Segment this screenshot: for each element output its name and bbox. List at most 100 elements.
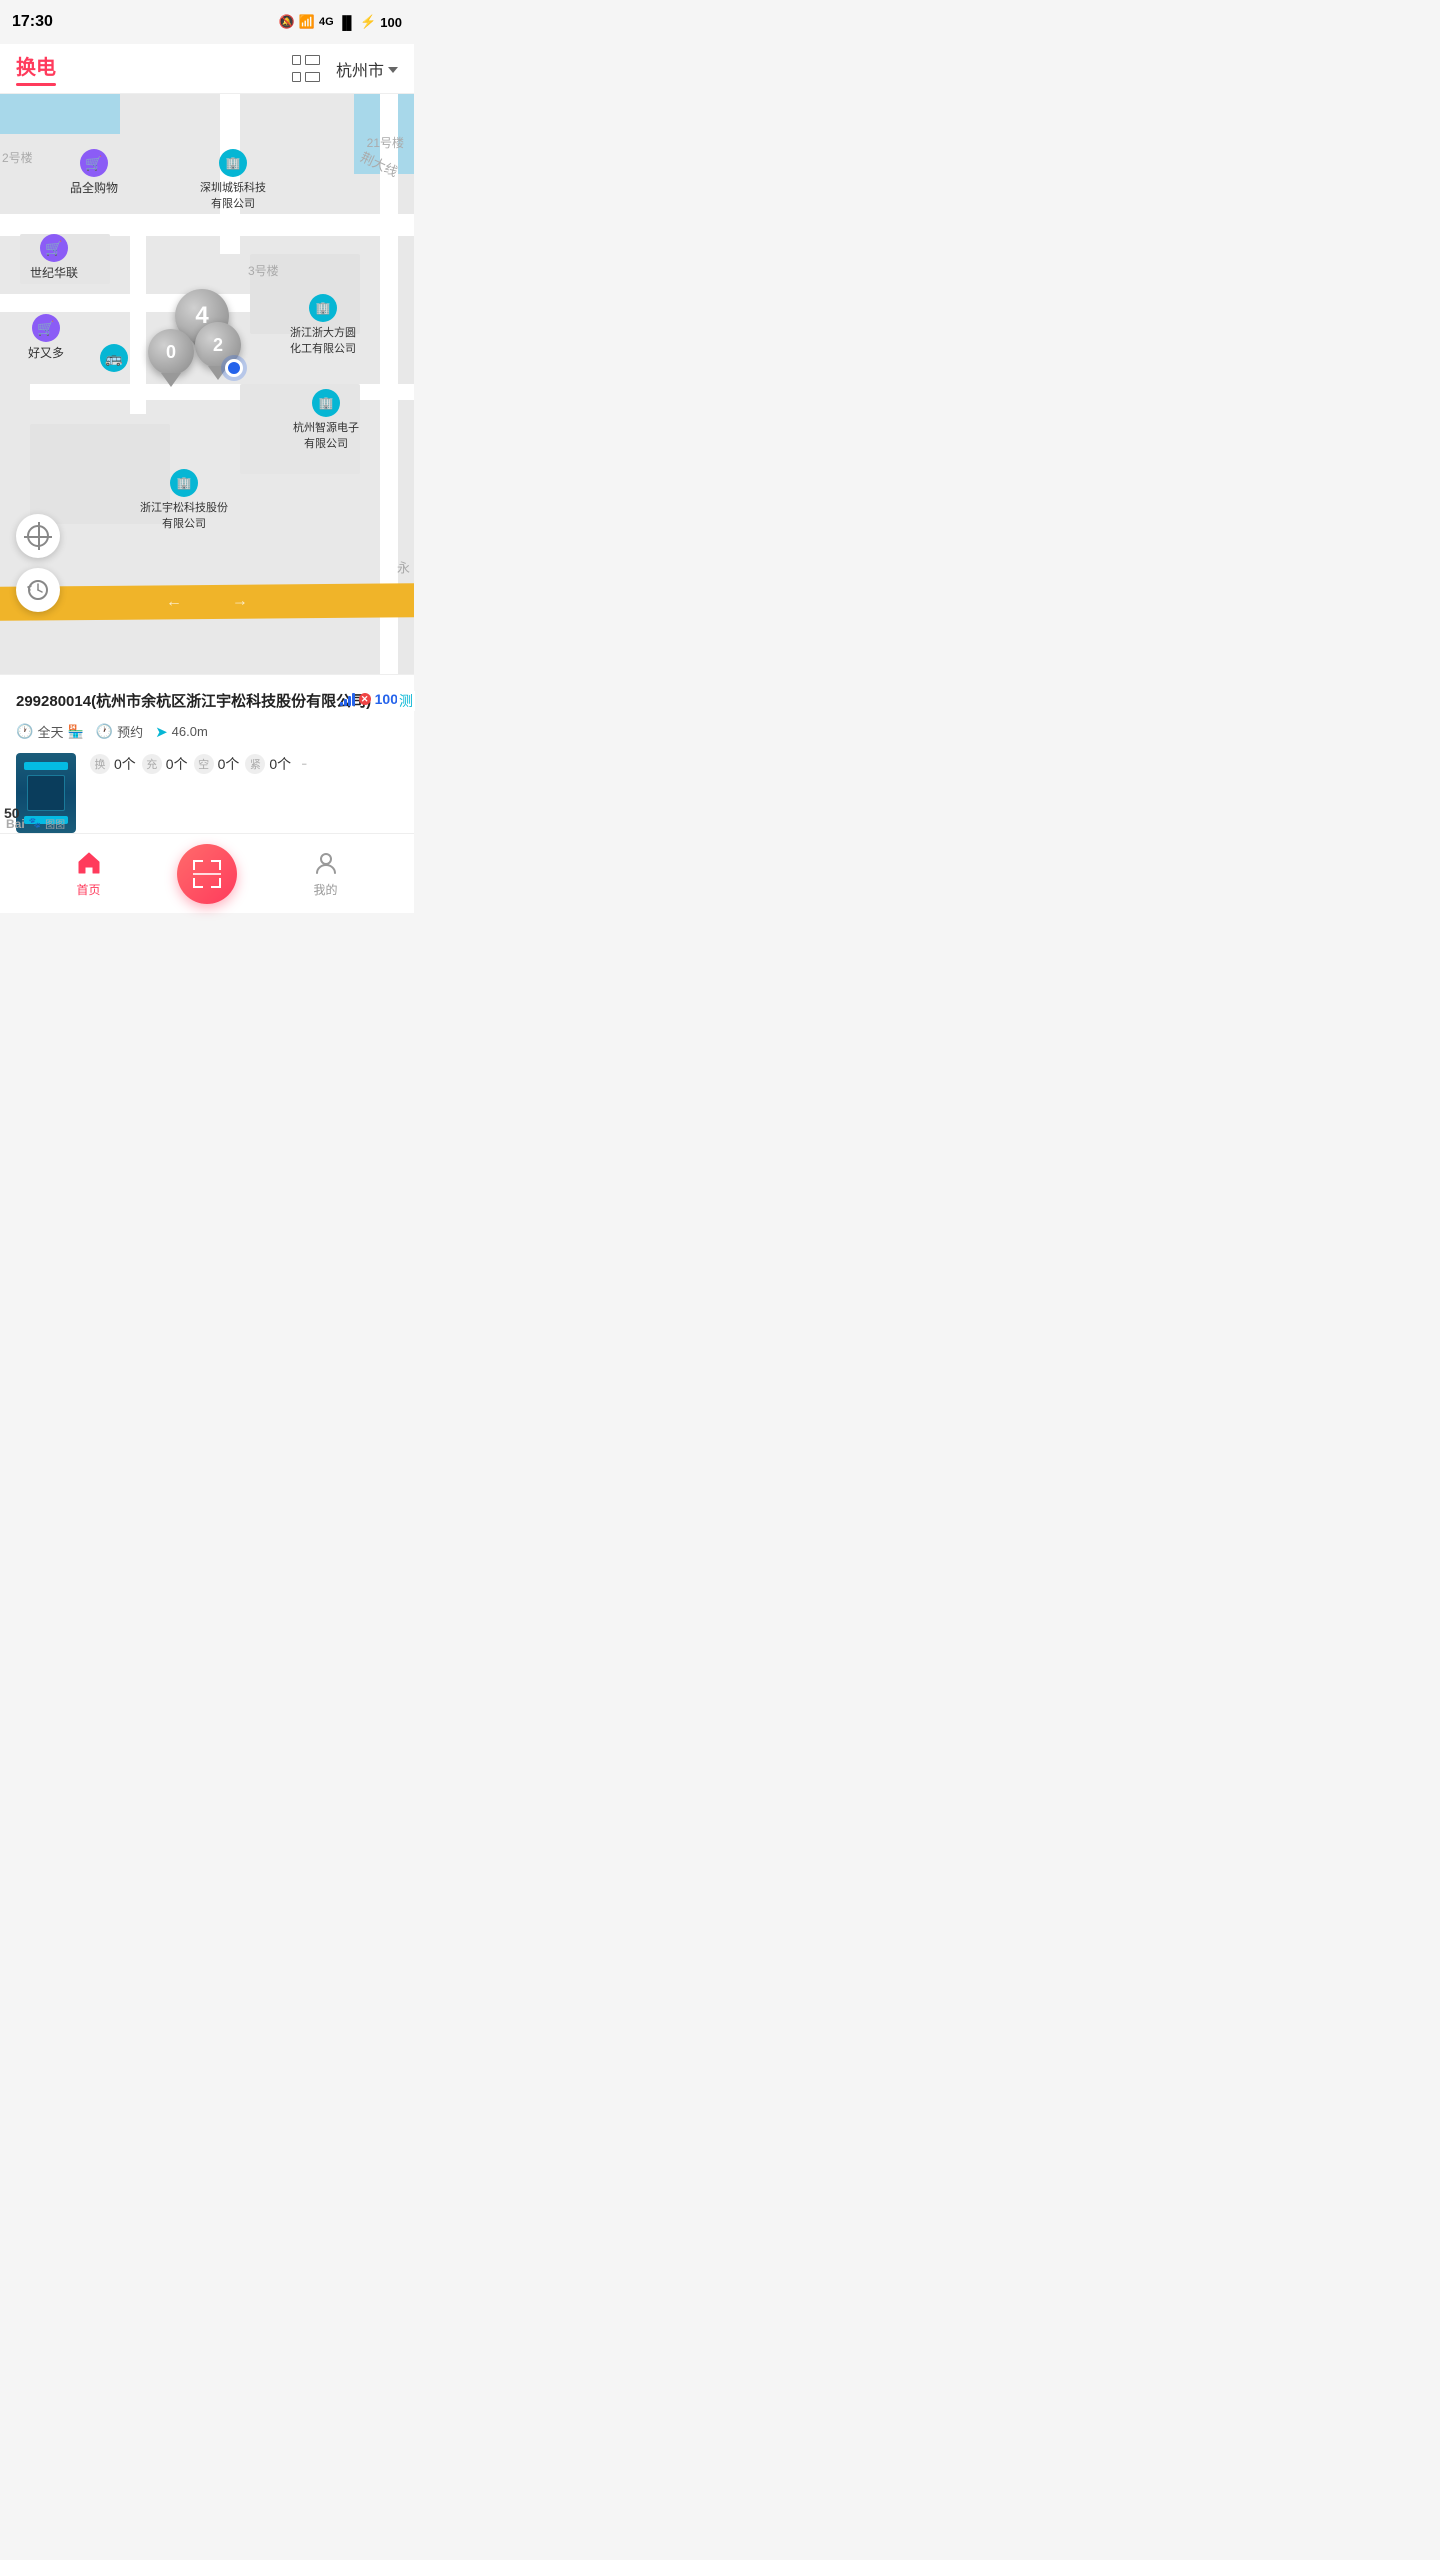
panel-right-text: 测 xyxy=(397,691,415,711)
reserve-text: 预约 xyxy=(117,722,143,741)
battery-item-huan: 换 0个 xyxy=(90,754,136,774)
nav-title-underline xyxy=(16,83,56,86)
road-h1 xyxy=(0,214,414,236)
poi-zhejiang-fangyu: 🏢 浙江浙大方圆化工有限公司 xyxy=(290,294,356,356)
battery-item-jin: 紧 0个 xyxy=(245,754,291,774)
poi-icon-haoyouduo: 🛒 xyxy=(32,314,60,342)
home-label: 首页 xyxy=(76,881,100,898)
scan-button[interactable] xyxy=(177,844,237,904)
baidu-extra: 图图 xyxy=(45,816,65,831)
poi-name-pinquan: 品全购物 xyxy=(70,179,118,196)
water-area-left xyxy=(0,94,120,134)
panel-dash: - xyxy=(301,753,307,774)
map-container: 2号楼 21号楼 3号楼 荆大线 永 🛒 品全购物 🛒 世纪华联 🛒 好又多 🏢… xyxy=(0,94,414,674)
yellow-road: ← → xyxy=(0,583,414,621)
scan-corner-tr xyxy=(211,860,221,870)
cluster-pin-0[interactable]: 0 xyxy=(148,329,194,375)
poi-hangzhou-zhiyuan: 🏢 杭州智源电子有限公司 xyxy=(293,389,359,451)
my-label: 我的 xyxy=(313,881,337,898)
bottom-nav: 首页 我的 xyxy=(0,833,414,913)
sig-bar-3 xyxy=(348,696,351,706)
poi-icon-pinquan: 🛒 xyxy=(80,149,108,177)
batt-count-jin: 0个 xyxy=(269,754,291,774)
poi-name-fangyu: 浙江浙大方圆化工有限公司 xyxy=(290,324,356,356)
chevron-down-icon xyxy=(388,67,398,73)
building-label-3: 3号楼 xyxy=(248,262,279,279)
info-meta: 🕐 全天 🏪 🕐 预约 ➤ 46.0m xyxy=(16,722,398,741)
clock-icon: 🕐 xyxy=(16,723,33,740)
current-location-dot xyxy=(225,359,243,377)
sig-bar-4 xyxy=(352,693,355,706)
clock-icon-2: 🕐 xyxy=(96,723,113,740)
signal-block: ✕ 100 xyxy=(340,691,398,707)
battery-item-chong: 充 0个 xyxy=(142,754,188,774)
batt-icon-jin: 紧 xyxy=(245,754,265,774)
batt-count-kong: 0个 xyxy=(218,754,240,774)
meta-reserve: 🕐 预约 xyxy=(96,722,143,741)
road-label-yong: 永 xyxy=(393,561,412,574)
shop-icon: 🏪 xyxy=(67,724,83,740)
nav-item-home[interactable]: 首页 xyxy=(0,849,177,898)
batt-icon-chong: 充 xyxy=(142,754,162,774)
poi-haoyouduo: 🛒 好又多 xyxy=(28,314,64,361)
poi-icon-fangyu: 🏢 xyxy=(309,294,337,322)
cellular-icon: ▐▌ xyxy=(338,15,356,30)
distance-text: 46.0m xyxy=(172,724,208,739)
baidu-watermark: Bai 🐾 图图 xyxy=(0,814,71,833)
signal-bars-icon xyxy=(340,692,355,706)
baidu-logo: 🐾 xyxy=(29,818,41,829)
poi-icon-yusong: 🏢 xyxy=(170,469,198,497)
poi-icon-shenzhen: 🏢 xyxy=(219,149,247,177)
batt-count-huan: 0个 xyxy=(114,754,136,774)
building-label-2: 2号楼 xyxy=(2,149,33,166)
history-button[interactable] xyxy=(16,568,60,612)
grid-list-icon[interactable] xyxy=(292,55,320,83)
road-v2 xyxy=(130,214,146,414)
battery-level: 100 xyxy=(380,15,402,30)
top-nav: 换电 杭州市 xyxy=(0,44,414,94)
poi-icon-shiji: 🛒 xyxy=(40,234,68,262)
poi-shenzhen-keji: 🏢 深圳城铄科技有限公司 xyxy=(200,149,266,211)
scan-frame-icon xyxy=(193,860,221,888)
batt-icon-huan: 换 xyxy=(90,754,110,774)
station-light-1 xyxy=(24,762,68,770)
nav-item-my[interactable]: 我的 xyxy=(237,849,414,898)
history-clock-icon xyxy=(27,579,49,601)
meta-hours: 🕐 全天 🏪 xyxy=(16,722,84,741)
poi-pinquangouwu: 🛒 品全购物 xyxy=(70,149,118,196)
poi-zhejiang-yusong: 🏢 浙江宇松科技股份有限公司 xyxy=(140,469,228,531)
battery-item-kong: 空 0个 xyxy=(194,754,240,774)
station-slot xyxy=(27,775,65,811)
hours-text: 全天 xyxy=(37,722,63,741)
meta-distance: ➤ 46.0m xyxy=(155,723,208,741)
status-icons: 🔕 📶 4G ▐▌ ⚡ 100 xyxy=(279,14,402,30)
battery-grid: 换 0个 充 0个 空 0个 紧 0个 - xyxy=(90,753,398,786)
road-arrow-right: → xyxy=(232,593,248,611)
status-time: 17:30 xyxy=(12,13,53,31)
signal-4g-icon: 4G xyxy=(319,16,334,28)
signal-value: 100 xyxy=(375,691,398,707)
bus-stop-icon: 🚌 xyxy=(100,344,128,372)
wifi-icon: 📶 xyxy=(299,14,315,30)
cluster-count-0: 0 xyxy=(148,329,194,375)
mute-icon: 🔕 xyxy=(279,14,295,30)
signal-error-icon: ✕ xyxy=(359,693,371,705)
poi-name-haoyouduo: 好又多 xyxy=(28,344,64,361)
nav-title: 换电 xyxy=(16,51,56,80)
nav-arrow-icon: ➤ xyxy=(155,723,168,741)
scan-line xyxy=(193,873,221,875)
home-icon xyxy=(75,849,103,877)
battery-charging-icon: ⚡ xyxy=(360,14,376,30)
poi-name-yusong: 浙江宇松科技股份有限公司 xyxy=(140,499,228,531)
scan-corner-tl xyxy=(193,860,203,870)
poi-name-shenzhen: 深圳城铄科技有限公司 xyxy=(200,179,266,211)
locate-button[interactable] xyxy=(16,514,60,558)
sig-bar-2 xyxy=(344,699,347,706)
road-arrow-left: ← xyxy=(166,593,182,611)
city-selector[interactable]: 杭州市 xyxy=(336,57,398,81)
crosshair-icon xyxy=(27,525,49,547)
batt-icon-kong: 空 xyxy=(194,754,214,774)
baidu-text: Bai xyxy=(6,817,25,831)
status-bar: 17:30 🔕 📶 4G ▐▌ ⚡ 100 xyxy=(0,0,414,44)
poi-shijihualian: 🛒 世纪华联 xyxy=(30,234,78,281)
